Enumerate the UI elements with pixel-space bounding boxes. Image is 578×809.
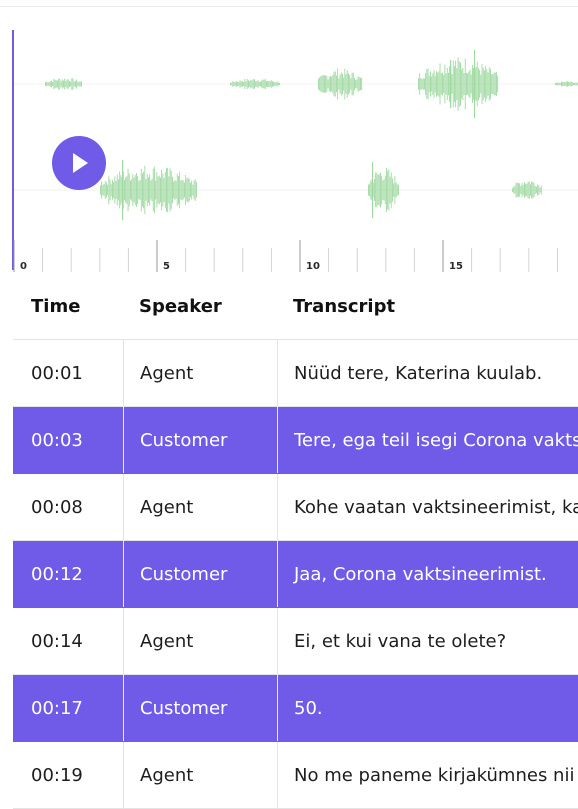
row-time: 00:03 — [13, 407, 123, 473]
table-row[interactable]: 00:01 Agent Nüüd tere, Katerina kuulab. — [13, 340, 578, 407]
row-time: 00:01 — [13, 340, 123, 406]
row-time: 00:14 — [13, 608, 123, 674]
row-transcript: Jaa, Corona vaktsineerimist. — [277, 541, 578, 607]
row-speaker: Agent — [123, 742, 277, 808]
row-transcript: No me paneme kirjakümnes nii — [277, 742, 578, 808]
row-speaker: Agent — [123, 340, 277, 406]
table-row[interactable]: 00:17 Customer 50. — [13, 675, 578, 742]
play-icon — [73, 153, 88, 173]
table-row[interactable]: 00:14 Agent Ei, et kui vana te olete? — [13, 608, 578, 675]
play-button[interactable] — [52, 136, 106, 190]
row-speaker: Customer — [123, 675, 277, 741]
header-transcript: Transcript — [277, 273, 578, 339]
timeline-label-15: 15 — [449, 261, 463, 272]
row-time: 00:12 — [13, 541, 123, 607]
row-transcript: 50. — [277, 675, 578, 741]
row-time: 00:19 — [13, 742, 123, 808]
timeline-label-0: 0 — [20, 261, 27, 272]
row-speaker: Agent — [123, 474, 277, 540]
table-row[interactable]: 00:08 Agent Kohe vaatan vaktsineerimist,… — [13, 474, 578, 541]
table-row[interactable]: 00:12 Customer Jaa, Corona vaktsineerimi… — [13, 541, 578, 608]
table-row[interactable]: 00:03 Customer Tere, ega teil isegi Coro… — [13, 407, 578, 474]
row-speaker: Agent — [123, 608, 277, 674]
row-transcript: Ei, et kui vana te olete? — [277, 608, 578, 674]
row-time: 00:08 — [13, 474, 123, 540]
table-header: Time Speaker Transcript — [13, 273, 578, 340]
header-speaker: Speaker — [123, 273, 277, 339]
row-transcript: Tere, ega teil isegi Corona vaktsineerim… — [277, 407, 578, 473]
timeline-label-10: 10 — [306, 261, 320, 272]
transcript-table: Time Speaker Transcript 00:01 Agent Nüüd… — [13, 273, 578, 809]
header-time: Time — [13, 273, 123, 339]
row-speaker: Customer — [123, 407, 277, 473]
table-row[interactable]: 00:19 Agent No me paneme kirjakümnes nii — [13, 742, 578, 809]
row-speaker: Customer — [123, 541, 277, 607]
timeline-label-5: 5 — [163, 261, 170, 272]
row-transcript: Kohe vaatan vaktsineerimist, kas — [277, 474, 578, 540]
row-transcript: Nüüd tere, Katerina kuulab. — [277, 340, 578, 406]
audio-waveform-player[interactable]: 0 5 10 15 — [0, 28, 578, 273]
top-divider — [0, 6, 578, 7]
row-time: 00:17 — [13, 675, 123, 741]
